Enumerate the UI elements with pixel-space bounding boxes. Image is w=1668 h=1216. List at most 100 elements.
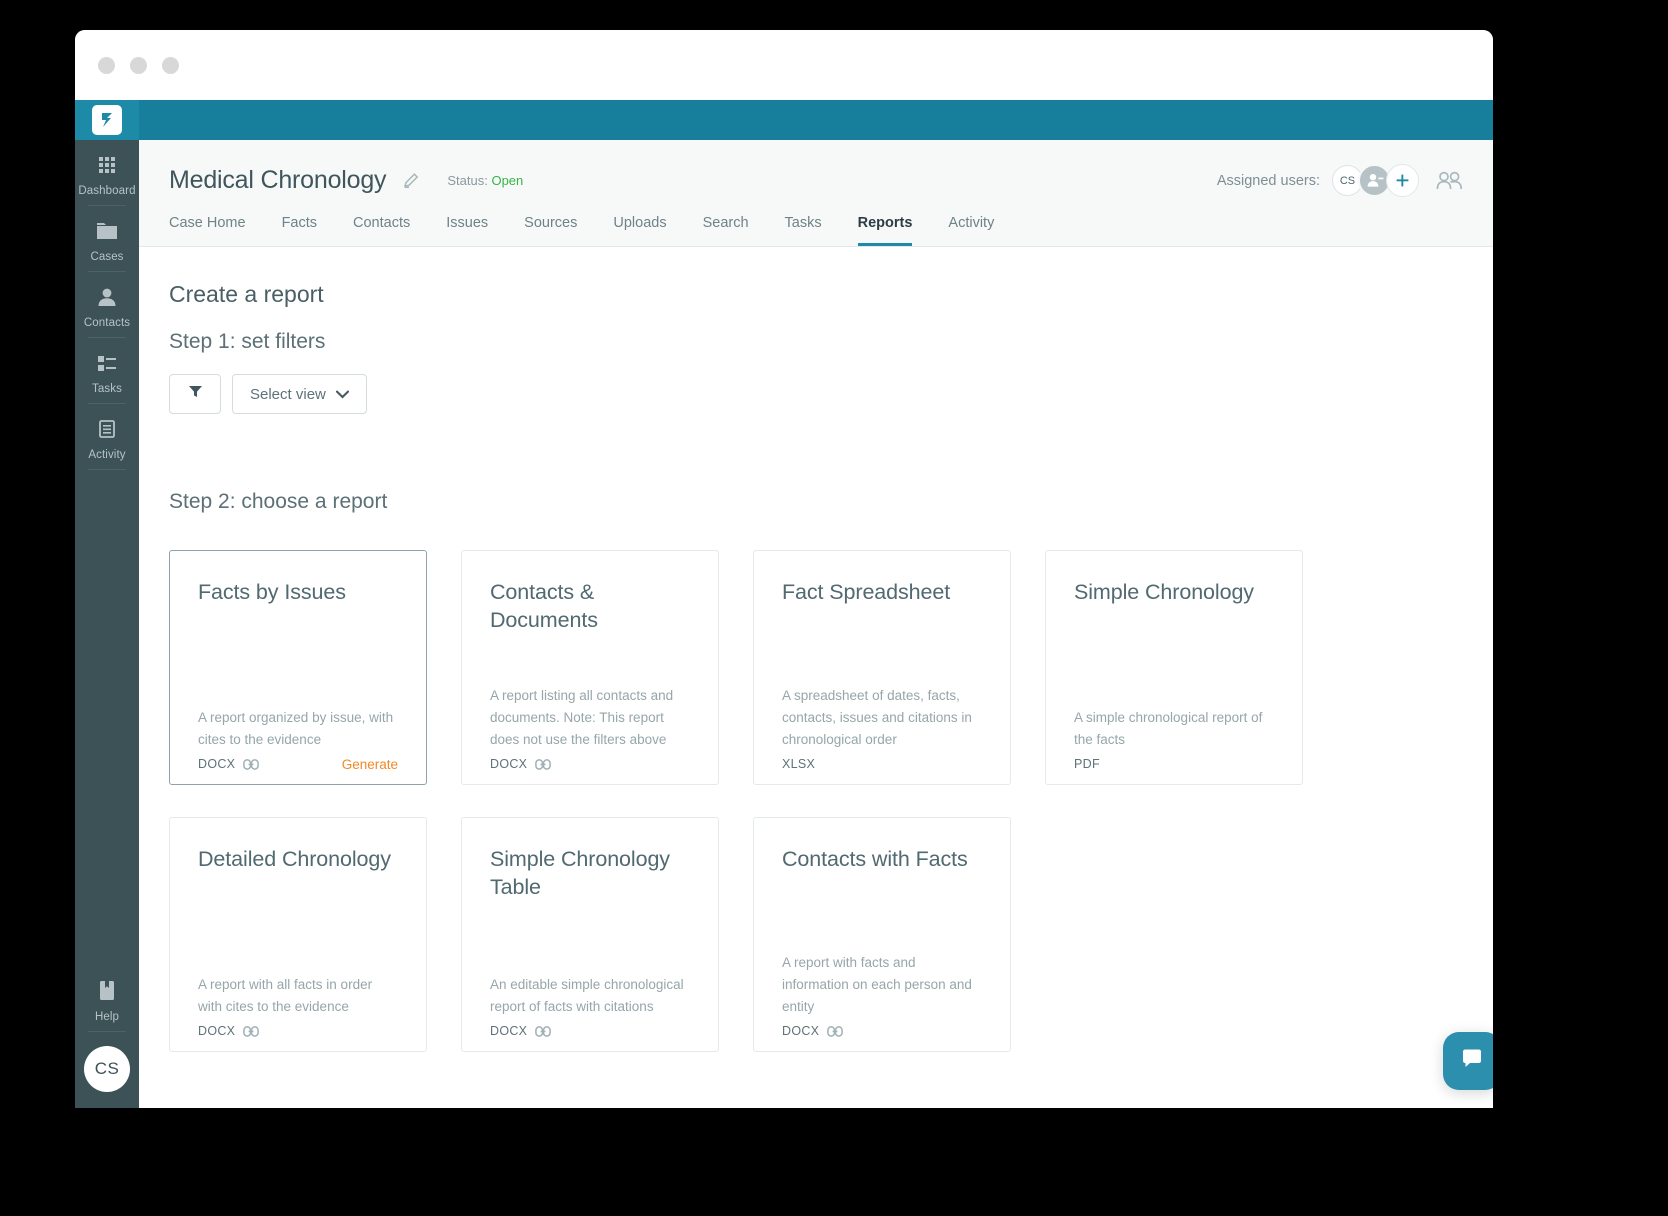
report-card-description: A simple chronological report of the fac… xyxy=(1074,710,1263,748)
link-icon[interactable] xyxy=(243,1025,260,1037)
report-card-footer: DOCX Generate xyxy=(198,757,398,784)
screen: Dashboard Cases Contacts Tasks Activity … xyxy=(0,0,1668,1216)
rail-primary-items: Dashboard Cases Contacts Tasks Activity xyxy=(75,140,139,470)
tab-reports[interactable]: Reports xyxy=(857,215,913,246)
tab-case-home[interactable]: Case Home xyxy=(169,215,246,246)
window-titlebar xyxy=(75,30,1493,100)
generate-link[interactable]: Generate xyxy=(342,757,398,772)
sidebar-item-tasks[interactable]: Tasks xyxy=(75,338,139,403)
sidebar-item-cases[interactable]: Cases xyxy=(75,206,139,271)
browser-window: Dashboard Cases Contacts Tasks Activity … xyxy=(75,30,1493,1108)
sidebar-label-help: Help xyxy=(94,1011,120,1023)
tab-issues[interactable]: Issues xyxy=(446,215,488,246)
chat-widget-button[interactable] xyxy=(1443,1032,1493,1090)
report-format-label: DOCX xyxy=(490,757,528,771)
case-tabs: Case Home Facts Contacts Issues Sources … xyxy=(139,215,1493,246)
maximize-button[interactable] xyxy=(162,56,179,74)
tab-contacts[interactable]: Contacts xyxy=(353,215,410,246)
sidebar-item-help[interactable]: Help xyxy=(75,966,139,1031)
close-button[interactable] xyxy=(98,56,115,74)
tab-search[interactable]: Search xyxy=(703,215,749,246)
add-user-button[interactable] xyxy=(1386,164,1419,197)
lexbe-logo-icon xyxy=(92,105,122,135)
report-card-footer: XLSX xyxy=(782,757,982,784)
chevron-down-icon xyxy=(335,386,349,403)
report-format-label: DOCX xyxy=(198,1024,236,1038)
report-card-description: A spreadsheet of dates, facts, contacts,… xyxy=(782,688,972,748)
report-card-grid: Facts by Issues A report organized by is… xyxy=(169,550,1463,1052)
app-header-bar xyxy=(75,100,1493,140)
sidebar-label-tasks: Tasks xyxy=(92,383,122,395)
assigned-users-label: Assigned users: xyxy=(1216,172,1320,189)
task-list-icon xyxy=(75,350,139,376)
report-card-description: A report with all facts in order with ci… xyxy=(198,977,373,1015)
tab-tasks[interactable]: Tasks xyxy=(785,215,822,246)
report-card-footer: DOCX xyxy=(490,757,690,784)
step2-section: Step 2: choose a report Facts by Issues … xyxy=(169,490,1463,1052)
document-lines-icon xyxy=(75,416,139,442)
select-view-dropdown[interactable]: Select view xyxy=(232,374,367,414)
report-card-title: Simple Chronology xyxy=(1074,580,1254,604)
report-card-title: Contacts with Facts xyxy=(782,847,968,871)
sidebar-label-contacts: Contacts xyxy=(83,317,131,329)
page-title: Medical Chronology xyxy=(169,166,387,194)
left-nav-rail: Dashboard Cases Contacts Tasks Activity … xyxy=(75,140,139,1108)
report-card-contacts-with-facts[interactable]: Contacts with Facts A report with facts … xyxy=(753,817,1011,1052)
chat-bubble-icon xyxy=(1459,1046,1485,1077)
link-icon[interactable] xyxy=(827,1025,844,1037)
report-card-title: Simple Chronology Table xyxy=(490,847,670,899)
report-card-title: Fact Spreadsheet xyxy=(782,580,951,604)
app-body: Dashboard Cases Contacts Tasks Activity … xyxy=(75,140,1493,1108)
main-panel: Medical Chronology Status: Open Assigned… xyxy=(139,140,1493,1108)
report-format-label: DOCX xyxy=(198,757,236,771)
people-icon[interactable] xyxy=(1435,170,1463,192)
status-value: Open xyxy=(491,173,524,188)
tab-facts[interactable]: Facts xyxy=(282,215,317,246)
person-icon xyxy=(75,284,139,310)
report-format-label: PDF xyxy=(1074,757,1100,771)
tab-uploads[interactable]: Uploads xyxy=(613,215,666,246)
report-card-facts-by-issues[interactable]: Facts by Issues A report organized by is… xyxy=(169,550,427,785)
filter-button[interactable] xyxy=(169,374,221,414)
case-title-row: Medical Chronology Status: Open Assigned… xyxy=(139,164,1493,197)
minimize-button[interactable] xyxy=(130,56,147,74)
sidebar-label-cases: Cases xyxy=(90,251,124,263)
report-card-detailed-chronology[interactable]: Detailed Chronology A report with all fa… xyxy=(169,817,427,1052)
tab-activity[interactable]: Activity xyxy=(948,215,994,246)
link-icon[interactable] xyxy=(535,758,552,770)
report-card-description: A report listing all contacts and docume… xyxy=(490,688,674,748)
sidebar-item-dashboard[interactable]: Dashboard xyxy=(75,140,139,205)
sidebar-label-activity: Activity xyxy=(88,449,126,461)
report-card-description: A report organized by issue, with cites … xyxy=(198,710,394,748)
link-icon[interactable] xyxy=(535,1025,552,1037)
report-format-label: DOCX xyxy=(490,1024,528,1038)
report-content: Create a report Step 1: set filters Sele… xyxy=(139,247,1493,1108)
rail-divider xyxy=(88,1031,126,1032)
status-label: Status: xyxy=(447,173,488,188)
tab-sources[interactable]: Sources xyxy=(524,215,577,246)
report-card-fact-spreadsheet[interactable]: Fact Spreadsheet A spreadsheet of dates,… xyxy=(753,550,1011,785)
pencil-icon[interactable] xyxy=(402,171,421,190)
report-card-description: A report with facts and information on e… xyxy=(782,955,972,1015)
status-badge: Status: Open xyxy=(447,173,523,188)
step1-heading: Step 1: set filters xyxy=(169,330,326,353)
report-card-title: Contacts & Documents xyxy=(490,580,598,632)
report-card-contacts-documents[interactable]: Contacts & Documents A report listing al… xyxy=(461,550,719,785)
grid-icon xyxy=(75,152,139,178)
folder-icon xyxy=(75,218,139,244)
sidebar-item-activity[interactable]: Activity xyxy=(75,404,139,469)
sidebar-item-contacts[interactable]: Contacts xyxy=(75,272,139,337)
create-report-heading: Create a report xyxy=(169,281,324,307)
report-card-footer: PDF xyxy=(1074,757,1274,784)
report-card-simple-chronology-table[interactable]: Simple Chronology Table An editable simp… xyxy=(461,817,719,1052)
app-logo[interactable] xyxy=(75,100,139,140)
report-card-simple-chronology[interactable]: Simple Chronology A simple chronological… xyxy=(1045,550,1303,785)
sidebar-label-dashboard: Dashboard xyxy=(78,185,136,197)
user-avatar[interactable]: CS xyxy=(84,1046,130,1092)
report-card-footer: DOCX xyxy=(782,1024,982,1051)
book-icon xyxy=(75,978,139,1004)
link-icon[interactable] xyxy=(243,758,260,770)
funnel-icon xyxy=(188,384,203,404)
logo-glyph xyxy=(102,113,112,127)
step2-heading: Step 2: choose a report xyxy=(169,490,388,513)
